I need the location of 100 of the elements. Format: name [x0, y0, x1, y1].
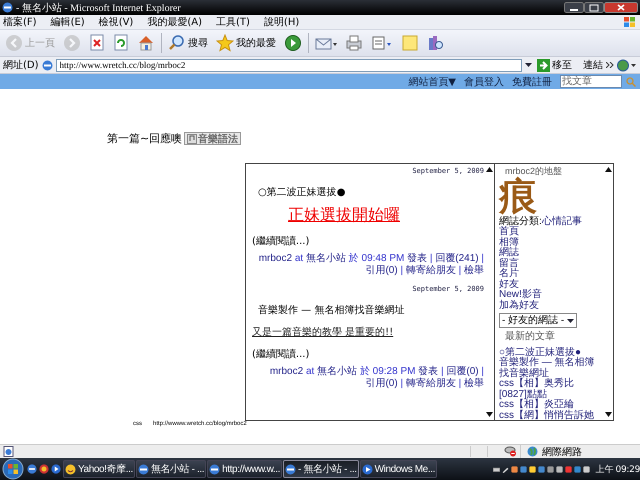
recent-post-link[interactable]: css【網】悄悄告訴她	[499, 410, 603, 421]
nav-link[interactable]: 免費註冊	[512, 74, 552, 88]
scroll-down-icon[interactable]	[486, 412, 492, 417]
keyboard-icon[interactable]	[492, 466, 500, 472]
recent-post-link[interactable]: css【相】奥秀比	[499, 379, 603, 390]
books-icon	[427, 34, 445, 52]
chevron-icon[interactable]	[606, 62, 614, 68]
sidebar-link[interactable]: 名片	[499, 269, 603, 280]
minimize-icon[interactable]	[564, 2, 584, 13]
browser-icon[interactable]	[27, 464, 37, 474]
address-field[interactable]: http://www.wretch.cc/blog/mrboc2	[56, 58, 522, 72]
meta-link[interactable]: 引用(0)	[365, 265, 398, 276]
menu-item[interactable]: 檔案(F)	[3, 15, 37, 29]
logo-character: 痕	[499, 176, 537, 216]
recent-post-link[interactable]: css【相】炎亞綸	[499, 400, 603, 410]
globe-icon	[527, 446, 538, 457]
taskbar-button[interactable]: 無名小站 - ...	[136, 460, 206, 478]
meta-link[interactable]: 轉寄給朋友	[406, 265, 456, 276]
pen-icon[interactable]	[502, 466, 509, 472]
post-link[interactable]: 發表	[407, 253, 428, 264]
post-title[interactable]: ○第二波正妹選拔●	[258, 185, 484, 199]
recent-post-link[interactable]: [0827]點點	[499, 390, 603, 400]
media-button[interactable]	[282, 33, 304, 53]
sidebar-link[interactable]: 加為好友	[499, 300, 603, 311]
play-icon[interactable]	[51, 464, 61, 474]
post-meta: mrboc2 at 無名小站 於 09:48 PM 發表 | 回覆(241) | 引用(0) | 轉寄給朋友 | 檢舉	[258, 253, 484, 277]
browser-icon	[209, 464, 220, 474]
site-link[interactable]: 無名小站	[317, 366, 358, 377]
clock: 上午 09:29	[596, 464, 640, 476]
meta-link[interactable]: 引用(0)	[365, 378, 398, 389]
post-meta: mrboc2 at 無名小站 於 09:28 PM 發表 | 回覆(0) | 引用(0) | 轉寄給朋友 | 檢舉	[268, 366, 484, 390]
nav-link[interactable]: 會員登入	[464, 74, 504, 88]
house-icon	[137, 34, 155, 52]
security-zone: 網際網路	[542, 446, 582, 458]
dropdown-arrow-icon	[567, 318, 574, 322]
sidebar-link[interactable]: New!影音	[499, 290, 603, 300]
sidebar-link[interactable]: 留言	[499, 258, 603, 269]
meta-link[interactable]: 回覆(0)	[446, 366, 479, 377]
meta-link[interactable]: 回覆(241)	[435, 253, 479, 264]
smiley-icon	[65, 464, 76, 474]
friends-dropdown[interactable]: - 好友的網誌 -	[499, 313, 578, 328]
printer-icon	[345, 34, 363, 52]
menu-item[interactable]: 我的最愛(A)	[147, 15, 202, 29]
start-orb-icon[interactable]	[0, 458, 24, 480]
play-icon	[362, 464, 373, 474]
recent-post-link[interactable]: ○第二波正妹選拔●	[499, 348, 603, 358]
taskbar-button[interactable]: http://www.w...	[207, 460, 282, 478]
headline-link[interactable]: 正妹選拔開始囉	[288, 205, 484, 226]
menu-item[interactable]: 檢視(V)	[98, 15, 134, 29]
taskbar-button[interactable]: Yahoo!奇摩...	[63, 460, 135, 478]
maximize-icon[interactable]	[584, 2, 604, 13]
recent-title: 最新的文章	[505, 332, 556, 342]
go-arrow-icon	[537, 58, 550, 72]
stop-icon	[89, 34, 105, 52]
dropdown-arrow-icon[interactable]	[525, 63, 532, 67]
menu-item[interactable]: 說明(H)	[264, 15, 300, 29]
sidebar-link[interactable]: 好友	[499, 280, 603, 290]
post-title[interactable]: 音樂製作 — 無名相簿找音樂網址	[258, 303, 484, 317]
ie-icon	[2, 2, 13, 13]
globe-icon[interactable]	[617, 58, 637, 72]
read-more-link[interactable]: (繼續閱讀...)	[252, 347, 484, 361]
sidebar-link[interactable]: 相簿	[499, 238, 603, 248]
favorites-button[interactable]: 我的最愛	[214, 33, 278, 53]
category-label: 網誌分類:	[499, 216, 542, 226]
category-link[interactable]: 心情記事	[542, 216, 582, 226]
music-syntax-button[interactable]: 音樂語法	[184, 132, 242, 145]
post-heading: 第一篇~回應噢	[107, 131, 182, 146]
links-button[interactable]: 連結	[583, 58, 603, 72]
intro-link[interactable]: 又是一篇音樂的教學 是重要的!!	[252, 325, 484, 339]
taskbar-button[interactable]: Windows Me...	[360, 460, 437, 478]
meta-link[interactable]: 檢舉	[464, 265, 484, 276]
nav-link[interactable]: 網站首頁▼	[408, 74, 456, 88]
sidebar-link[interactable]: 首頁	[499, 227, 603, 238]
sidebar-link[interactable]: 網誌	[499, 248, 603, 258]
close-icon[interactable]	[604, 2, 638, 13]
menu-item[interactable]: 編輯(E)	[50, 15, 85, 29]
scroll-up-icon[interactable]	[604, 167, 612, 172]
meta-link[interactable]: 轉寄給朋友	[406, 378, 456, 389]
menu-item[interactable]: 工具(T)	[216, 15, 250, 29]
scroll-up-icon[interactable]	[486, 167, 492, 172]
star-icon	[216, 34, 234, 52]
browser-icon	[138, 464, 149, 474]
taskbar-button[interactable]: - 無名小站 - ...	[283, 460, 359, 478]
go-button[interactable]: 移至	[535, 58, 574, 72]
site-link[interactable]: 無名小站	[306, 253, 346, 264]
windows-logo-icon	[623, 16, 637, 28]
search-button[interactable]: 搜尋	[166, 33, 210, 53]
circle-icon[interactable]	[39, 464, 49, 474]
address-label: 網址(D)	[3, 58, 39, 72]
read-more-link[interactable]: (繼續閱讀...)	[252, 234, 484, 248]
author-link[interactable]: mrboc2	[270, 366, 304, 377]
browser-icon	[285, 464, 296, 474]
document-icon	[371, 34, 393, 52]
blocked-icon	[504, 446, 518, 457]
scroll-down-icon[interactable]	[604, 412, 612, 417]
search-icon	[168, 34, 186, 52]
post-link[interactable]: 發表	[418, 366, 438, 377]
author-link[interactable]: mrboc2	[258, 253, 292, 264]
meta-link[interactable]: 檢舉	[464, 378, 484, 389]
window-title: - 無名小站 - Microsoft Internet Explorer	[16, 2, 182, 14]
